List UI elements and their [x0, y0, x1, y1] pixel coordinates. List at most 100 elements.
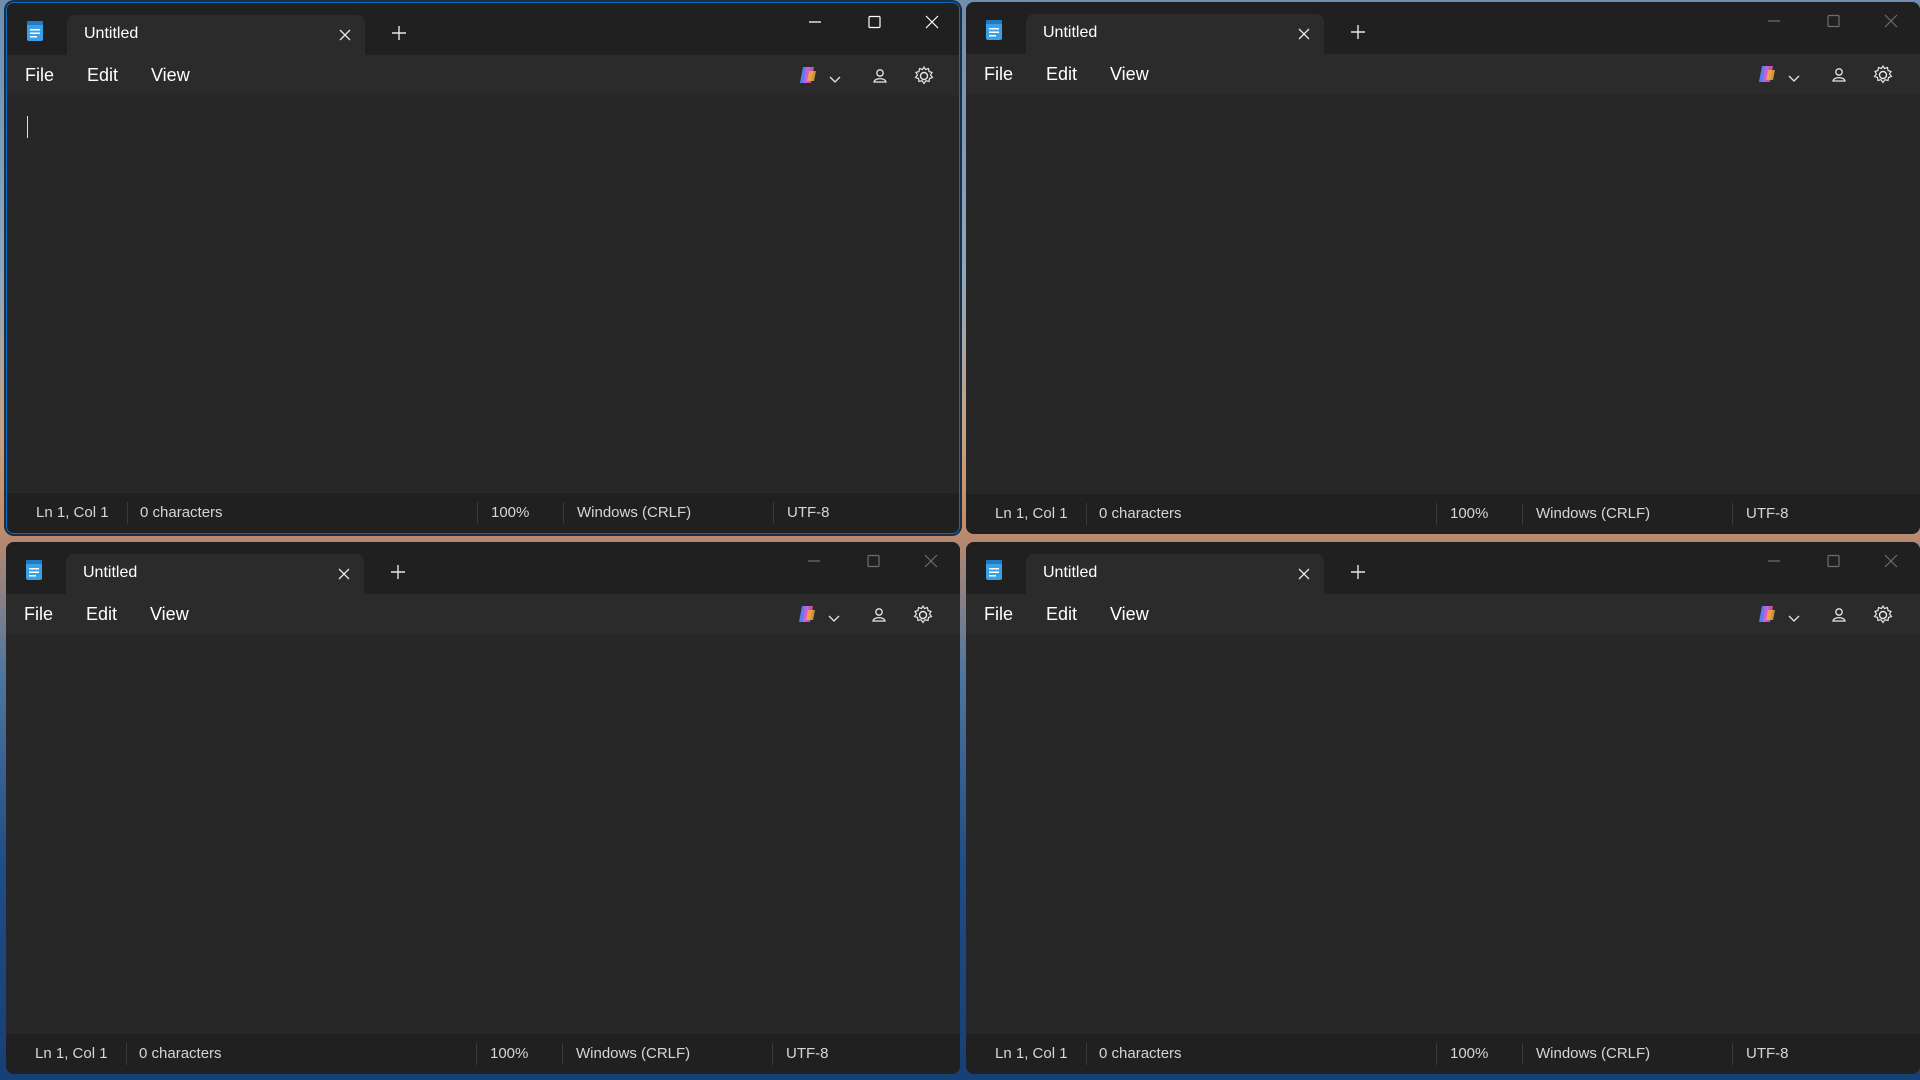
title-bar[interactable]: Untitled	[966, 2, 1920, 54]
close-icon[interactable]	[1294, 24, 1314, 44]
status-encoding[interactable]: UTF-8	[1746, 505, 1789, 522]
notepad-window-top-left[interactable]: Untitled File Edit View Ln 1, Col 1 0 ch…	[6, 2, 960, 534]
tab-untitled[interactable]: Untitled	[1026, 14, 1324, 54]
menu-view[interactable]: View	[151, 65, 190, 86]
status-divider	[477, 502, 478, 524]
account-icon[interactable]	[871, 67, 889, 89]
chevron-down-icon[interactable]	[829, 69, 841, 88]
menu-file[interactable]: File	[25, 65, 54, 86]
menu-edit[interactable]: Edit	[86, 604, 117, 625]
status-line-ending[interactable]: Windows (CRLF)	[577, 504, 691, 521]
text-editor[interactable]	[966, 94, 1920, 494]
maximize-icon[interactable]	[851, 9, 897, 35]
status-encoding[interactable]: UTF-8	[1746, 1045, 1789, 1062]
title-bar[interactable]: Untitled	[7, 3, 959, 55]
status-zoom[interactable]: 100%	[1450, 505, 1488, 522]
status-divider	[476, 1043, 477, 1065]
gear-icon[interactable]	[912, 604, 934, 630]
account-icon[interactable]	[1830, 66, 1848, 88]
status-line-ending[interactable]: Windows (CRLF)	[576, 1045, 690, 1062]
close-icon[interactable]	[1294, 564, 1314, 584]
menu-bar: File Edit View	[966, 54, 1920, 94]
status-zoom[interactable]: 100%	[490, 1045, 528, 1062]
maximize-icon[interactable]	[1810, 548, 1856, 574]
close-icon[interactable]	[335, 25, 355, 45]
text-editor[interactable]	[7, 95, 959, 493]
status-divider	[1086, 1043, 1087, 1065]
minimize-icon[interactable]	[792, 9, 838, 35]
close-icon[interactable]	[908, 548, 954, 574]
close-icon[interactable]	[1868, 8, 1914, 34]
menu-view[interactable]: View	[150, 604, 189, 625]
minimize-icon[interactable]	[1751, 8, 1797, 34]
chevron-down-icon[interactable]	[1788, 608, 1800, 627]
status-divider	[563, 502, 564, 524]
status-divider	[1436, 503, 1437, 525]
status-divider	[773, 502, 774, 524]
menu-view[interactable]: View	[1110, 604, 1149, 625]
status-line-ending[interactable]: Windows (CRLF)	[1536, 1045, 1650, 1062]
status-encoding[interactable]: UTF-8	[787, 504, 830, 521]
gear-icon[interactable]	[913, 65, 935, 91]
close-icon[interactable]	[909, 9, 955, 35]
tab-untitled[interactable]: Untitled	[66, 554, 364, 594]
status-divider	[1732, 503, 1733, 525]
tab-untitled[interactable]: Untitled	[67, 15, 365, 55]
tab-label: Untitled	[1043, 24, 1098, 41]
minimize-icon[interactable]	[1751, 548, 1797, 574]
status-line-ending[interactable]: Windows (CRLF)	[1536, 505, 1650, 522]
notepad-window-bottom-right[interactable]: Untitled File Edit View Ln 1, Col 1 0 ch…	[966, 542, 1920, 1074]
status-divider	[772, 1043, 773, 1065]
menu-edit[interactable]: Edit	[1046, 604, 1077, 625]
plus-icon[interactable]	[1348, 22, 1368, 42]
menu-file[interactable]: File	[984, 64, 1013, 85]
gear-icon[interactable]	[1872, 64, 1894, 90]
status-divider	[1522, 1043, 1523, 1065]
copilot-icon[interactable]	[1756, 64, 1778, 88]
menu-edit[interactable]: Edit	[87, 65, 118, 86]
plus-icon[interactable]	[388, 562, 408, 582]
close-icon[interactable]	[1868, 548, 1914, 574]
notepad-window-bottom-left[interactable]: Untitled File Edit View Ln 1, Col 1 0 ch…	[6, 542, 960, 1074]
copilot-icon[interactable]	[796, 604, 818, 628]
status-divider	[1436, 1043, 1437, 1065]
title-bar[interactable]: Untitled	[6, 542, 960, 594]
copilot-icon[interactable]	[797, 65, 819, 89]
menu-file[interactable]: File	[24, 604, 53, 625]
copilot-icon[interactable]	[1756, 604, 1778, 628]
status-divider	[127, 502, 128, 524]
chevron-down-icon[interactable]	[1788, 68, 1800, 87]
status-zoom[interactable]: 100%	[491, 504, 529, 521]
gear-icon[interactable]	[1872, 604, 1894, 630]
plus-icon[interactable]	[1348, 562, 1368, 582]
tab-label: Untitled	[83, 564, 138, 581]
status-bar: Ln 1, Col 1 0 characters 100% Windows (C…	[7, 493, 959, 533]
title-bar[interactable]: Untitled	[966, 542, 1920, 594]
notepad-icon	[984, 559, 1004, 581]
notepad-window-top-right[interactable]: Untitled File Edit View Ln 1, Col 1 0 ch…	[966, 2, 1920, 534]
tab-untitled[interactable]: Untitled	[1026, 554, 1324, 594]
text-editor[interactable]	[966, 634, 1920, 1034]
close-icon[interactable]	[334, 564, 354, 584]
account-icon[interactable]	[870, 606, 888, 628]
menu-view[interactable]: View	[1110, 64, 1149, 85]
status-position: Ln 1, Col 1	[995, 1045, 1068, 1062]
menu-edit[interactable]: Edit	[1046, 64, 1077, 85]
text-caret	[27, 116, 28, 138]
plus-icon[interactable]	[389, 23, 409, 43]
text-editor[interactable]	[6, 634, 960, 1034]
status-position: Ln 1, Col 1	[995, 505, 1068, 522]
status-encoding[interactable]: UTF-8	[786, 1045, 829, 1062]
status-characters: 0 characters	[140, 504, 223, 521]
account-icon[interactable]	[1830, 606, 1848, 628]
minimize-icon[interactable]	[791, 548, 837, 574]
status-divider	[126, 1043, 127, 1065]
menu-file[interactable]: File	[984, 604, 1013, 625]
maximize-icon[interactable]	[850, 548, 896, 574]
status-zoom[interactable]: 100%	[1450, 1045, 1488, 1062]
menu-bar: File Edit View	[7, 55, 959, 95]
status-bar: Ln 1, Col 1 0 characters 100% Windows (C…	[966, 1034, 1920, 1074]
maximize-icon[interactable]	[1810, 8, 1856, 34]
chevron-down-icon[interactable]	[828, 608, 840, 627]
notepad-icon	[24, 559, 44, 581]
